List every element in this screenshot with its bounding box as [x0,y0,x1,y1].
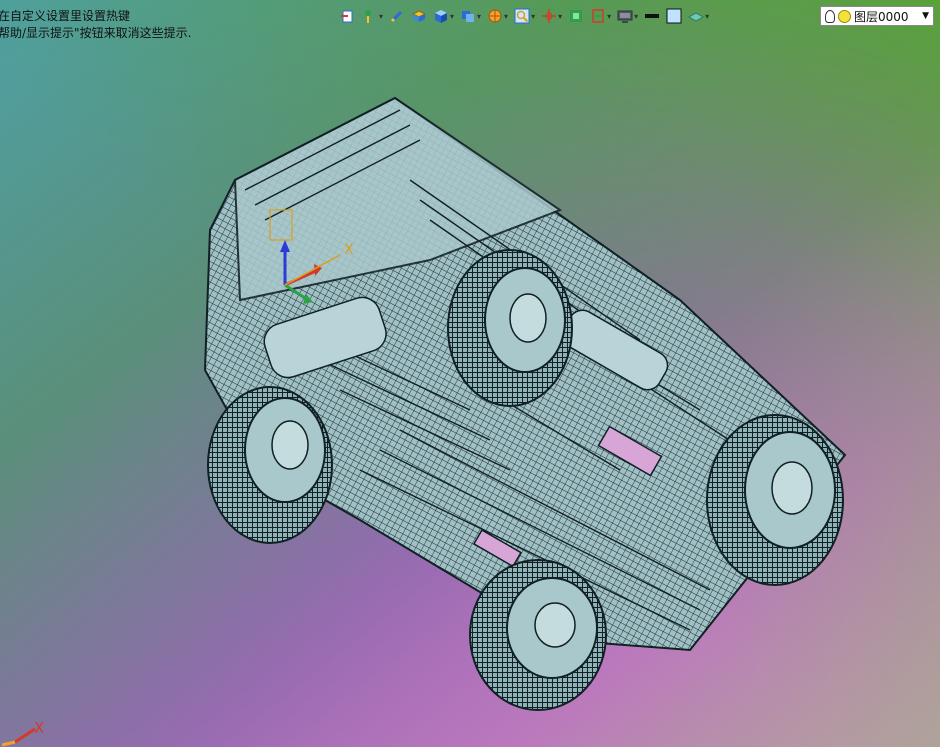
heads-up-view-toolbar: ▾ ▾ ▾ ▾ ▾ ▾ ▾ ▾ ▾ 图层0000 ▼ [340,4,934,28]
line-style-button[interactable] [644,8,660,24]
smart-dimension-icon [365,10,371,23]
edit-component-button[interactable] [389,8,405,24]
tooltip-hint-line-2: 帮助/显示提示"按钮来取消这些提示. [0,26,192,40]
wheel-rear-right [447,249,573,407]
wheel-front-left [469,559,607,711]
tooltip-hint-line-1: 在自定义设置里设置热键 [0,9,131,23]
section-view-button[interactable] [568,8,584,24]
graphics-viewport[interactable]: 在自定义设置里设置热键 帮助/显示提示"按钮来取消这些提示. ▾ ▾ ▾ ▾ ▾… [0,0,940,747]
view-settings-button[interactable]: ▾ [590,8,611,24]
color-button[interactable] [666,8,682,24]
lightbulb-icon [825,9,835,23]
layer-color-icon [838,9,851,23]
hide-show-items-icon [488,9,502,23]
wheel-rear-left [706,414,844,586]
display-style-button[interactable]: ▾ [460,8,481,24]
smart-dimension-button[interactable]: ▾ [362,8,383,24]
view-settings-icon [592,9,604,23]
zoom-icon [514,8,530,24]
extrude-icon [411,10,427,22]
layer-selector[interactable]: 图层0000 ▼ [820,6,934,26]
view-orientation-icon [435,10,448,23]
triad-axis-x-label: X [34,719,44,737]
exit-sketch-icon [341,10,353,23]
view-triad: X [1,719,44,747]
display-style-icon [462,11,475,22]
monitor-icon [617,10,633,23]
appearance-icon [688,12,705,22]
model-axis-x-label: X [344,242,354,258]
reference-geometry-button[interactable]: ▾ [541,8,562,24]
view-orientation-button[interactable]: ▾ [433,8,454,24]
reference-geometry-icon [542,9,557,23]
color-icon [666,8,682,24]
section-view-icon [570,10,583,22]
layer-name: 图层0000 [854,9,909,24]
exit-sketch-button[interactable] [340,8,356,24]
zoom-button[interactable]: ▾ [514,8,535,24]
line-style-icon [645,14,660,18]
wheel-front-right [207,386,333,544]
chevron-down-icon: ▼ [922,11,929,21]
extrude-button[interactable] [411,8,427,24]
edit-component-icon [390,10,403,23]
hide-show-items-button[interactable]: ▾ [487,8,508,24]
cad-model-view[interactable]: X [0,0,940,747]
monitor-button[interactable]: ▾ [617,8,638,24]
appearance-button[interactable]: ▾ [688,8,709,24]
